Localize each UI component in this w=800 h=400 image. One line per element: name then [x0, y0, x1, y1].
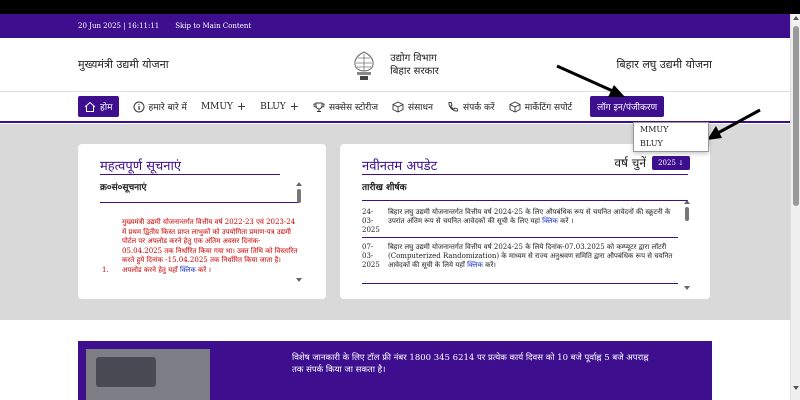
notices-title: महत्वपूर्ण सूचनाएं — [100, 159, 182, 174]
important-notices-card: महत्वपूर्ण सूचनाएं क्र०सं०सूचनाएं 1. मुख… — [78, 144, 326, 299]
notices-scrollbar[interactable] — [296, 182, 302, 297]
cube-icon — [509, 100, 521, 113]
page-scrollbar[interactable] — [790, 14, 800, 400]
page-content: 20 Jun 2025 | 16:11:11 Skip to Main Cont… — [0, 14, 790, 400]
nav-resources[interactable]: संसाधन — [392, 100, 433, 113]
update-click-link[interactable]: क्लिक — [542, 217, 558, 225]
nav-success-stories[interactable]: सक्सेस स्टोरीज — [313, 100, 378, 113]
scroll-thumb[interactable] — [793, 26, 799, 206]
scroll-up-icon[interactable] — [684, 200, 690, 204]
divider — [100, 174, 280, 175]
phone-icon — [448, 101, 458, 111]
nav-bluy-label: BLUY — [260, 101, 286, 112]
info-bar: 20 Jun 2025 | 16:11:11 Skip to Main Cont… — [0, 14, 790, 38]
year-value: 2025 — [658, 158, 676, 167]
notice-click-link[interactable]: क्लिक — [180, 266, 196, 274]
info-icon — [133, 101, 144, 112]
update-click-link[interactable]: क्लिक — [467, 261, 483, 269]
update-suffix: करें। — [485, 261, 496, 269]
nav-marketing-support[interactable]: मार्केटिंग सपोर्ट — [509, 100, 572, 113]
mmuy-title[interactable]: मुख्यमंत्री उद्यमी योजना — [78, 57, 169, 72]
cube-icon — [392, 100, 404, 113]
dropdown-item-mmuy[interactable]: MMUY — [634, 123, 708, 137]
update-body: बिहार लघु उद्यमी योजनान्तर्गत वित्तीय वर… — [388, 208, 671, 225]
dropdown-item-bluy[interactable]: BLUY — [634, 137, 708, 151]
update-date: 07-03-2025 — [362, 243, 380, 269]
updates-section: महत्वपूर्ण सूचनाएं क्र०सं०सूचनाएं 1. मुख… — [0, 124, 790, 320]
divider — [362, 283, 678, 284]
divider — [100, 202, 300, 203]
phone-desk-image — [96, 357, 156, 387]
scroll-down-icon[interactable] — [793, 386, 799, 390]
department-line1: उद्योग विभाग — [390, 52, 437, 64]
update-row: 07-03-2025 बिहार लघु उद्यमी योजनान्तर्गत… — [362, 243, 682, 270]
nav-bluy[interactable]: BLUY + — [260, 100, 299, 113]
plus-icon: + — [236, 100, 247, 113]
plus-icon: + — [289, 100, 299, 113]
department-logo[interactable]: उद्योग विभाग बिहार सरकार — [346, 49, 439, 81]
scroll-down-icon[interactable] — [296, 278, 302, 282]
call-center-image — [86, 349, 210, 400]
scroll-down-icon[interactable] — [684, 286, 690, 290]
skip-to-content-link[interactable]: Skip to Main Content — [175, 22, 251, 30]
trophy-icon — [313, 102, 325, 112]
helpline-banner: विशेष जानकारी के लिए टॉल फ्री नंबर 1800 … — [78, 341, 712, 400]
year-label: वर्ष चुनें — [614, 156, 647, 170]
update-suffix: करें । — [560, 217, 574, 225]
latest-updates-card: नवीनतम अपडेट वर्ष चुनें 2025 ↓ तारीख शीर… — [340, 144, 710, 299]
divider — [362, 200, 688, 201]
notice-item: मुख्यमंत्री उद्यमी योजनान्तर्गत वित्तीय … — [122, 218, 300, 275]
site-header: मुख्यमंत्री उद्यमी योजना उद्योग विभाग बि… — [0, 38, 790, 92]
nav-contact-label: संपर्क करें — [463, 103, 495, 113]
nav-marketing-label: मार्केटिंग सपोर्ट — [524, 103, 573, 113]
notice-number: 1. — [102, 266, 109, 274]
year-selector: वर्ष चुनें 2025 ↓ — [614, 154, 690, 171]
updates-table-header: तारीख शीर्षक — [362, 183, 407, 193]
updates-scrollbar[interactable] — [684, 200, 690, 295]
update-text: बिहार लघु उद्यमी योजनान्तर्गत वित्तीय वर… — [388, 243, 682, 270]
browser-top-strip — [0, 0, 800, 14]
login-dropdown-menu: MMUY BLUY — [633, 122, 709, 152]
nav-contact[interactable]: संपर्क करें — [447, 100, 495, 113]
update-body: बिहार लघु उद्यमी योजनान्तर्गत वित्तीय वर… — [388, 243, 673, 269]
update-date: 24-03-2025 — [362, 208, 380, 234]
scroll-thumb[interactable] — [297, 189, 301, 203]
nav-home[interactable]: होम — [78, 96, 119, 117]
update-row: 24-03-2025 बिहार लघु उद्यमी योजनान्तर्गत… — [362, 208, 682, 235]
nav-about-label: हमारे बारे में — [148, 103, 187, 113]
notice-suffix: करें । — [197, 265, 212, 274]
nav-mmuy[interactable]: MMUY + — [201, 100, 246, 113]
home-icon — [84, 101, 96, 112]
scroll-up-icon[interactable] — [296, 182, 302, 186]
scroll-up-icon[interactable] — [793, 16, 799, 20]
scroll-thumb[interactable] — [685, 207, 689, 221]
main-nav: होम हमारे बारे में MMUY + BLUY + सक्सेस … — [0, 92, 790, 152]
emblem-icon — [354, 50, 374, 80]
page: 20 Jun 2025 | 16:11:11 Skip to Main Cont… — [0, 0, 800, 400]
datetime-text: 20 Jun 2025 | 16:11:11 — [78, 22, 160, 30]
department-name: उद्योग विभाग बिहार सरकार — [390, 52, 439, 78]
nav-success-label: सक्सेस स्टोरीज — [328, 103, 378, 113]
nav-about[interactable]: हमारे बारे में — [133, 100, 187, 113]
nav-mmuy-label: MMUY — [200, 101, 233, 112]
divider — [362, 237, 678, 238]
bluy-title[interactable]: बिहार लघु उद्यमी योजना — [617, 57, 713, 72]
department-line2: बिहार सरकार — [390, 65, 439, 77]
nav-resources-label: संसाधन — [408, 103, 434, 113]
helpline-text: विशेष जानकारी के लिए टॉल फ्री नंबर 1800 … — [292, 353, 649, 375]
nav-home-label: होम — [100, 103, 113, 113]
notices-table-header: क्र०सं०सूचनाएं — [100, 183, 147, 193]
divider — [362, 174, 688, 175]
year-dropdown[interactable]: 2025 ↓ — [652, 155, 690, 170]
updates-title: नवीनतम अपडेट — [362, 159, 438, 174]
update-text: बिहार लघु उद्यमी योजनान्तर्गत वित्तीय वर… — [388, 208, 682, 235]
login-register-button[interactable]: लॉग इन/पंजीकरण — [590, 96, 665, 117]
